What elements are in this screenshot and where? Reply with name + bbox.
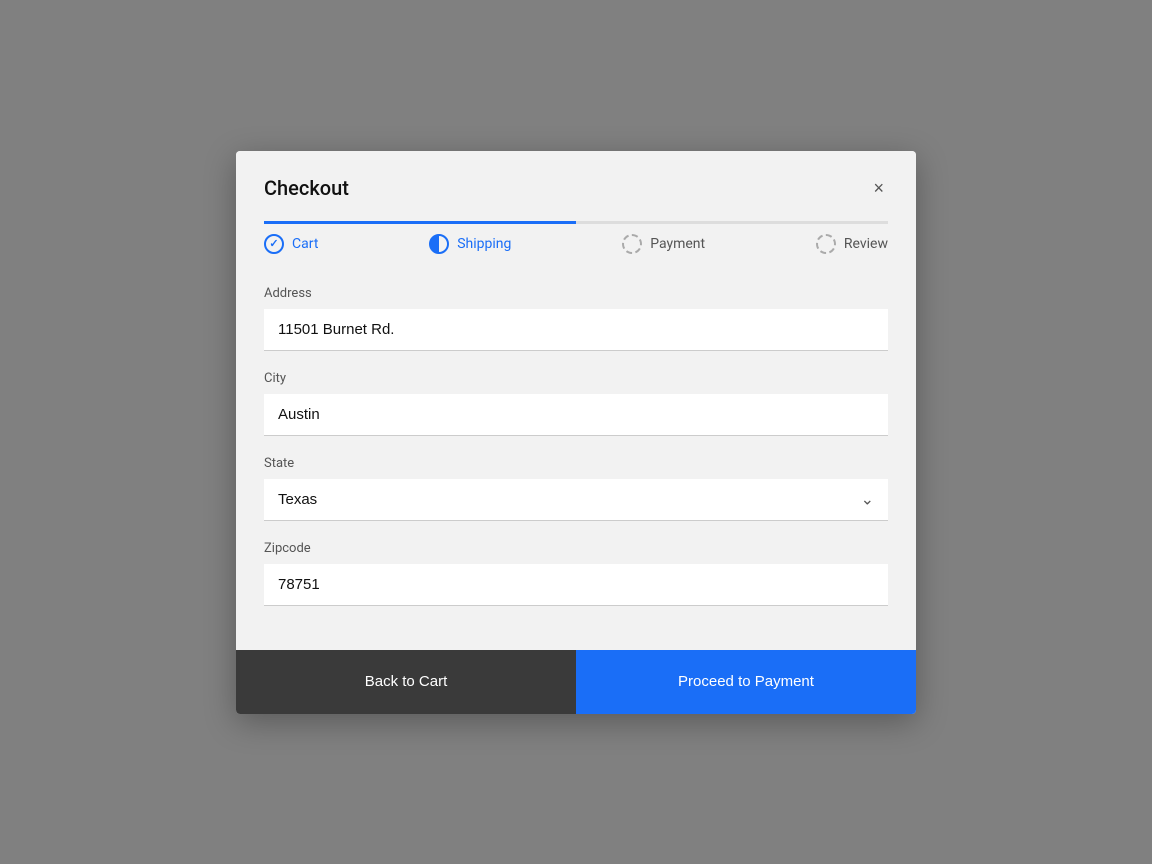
shipping-step-icon <box>429 234 449 254</box>
proceed-to-payment-button[interactable]: Proceed to Payment <box>576 650 916 714</box>
half-circle-icon <box>429 234 449 254</box>
stepper: Cart Shipping Payment Review <box>236 201 916 266</box>
city-group: City <box>264 371 888 436</box>
state-label: State <box>264 456 888 471</box>
check-circle-icon <box>264 234 284 254</box>
step-cart-label: Cart <box>292 236 318 252</box>
dashed-circle-icon-review <box>816 234 836 254</box>
zipcode-label: Zipcode <box>264 541 888 556</box>
state-select-wrapper: AlabamaAlaskaArizonaArkansasCaliforniaCo… <box>264 479 888 521</box>
step-cart[interactable]: Cart <box>264 234 318 254</box>
stepper-line <box>264 221 888 224</box>
step-review-label: Review <box>844 236 888 252</box>
modal-footer: Back to Cart Proceed to Payment <box>236 650 916 714</box>
step-shipping-label: Shipping <box>457 236 511 252</box>
stepper-steps: Cart Shipping Payment Review <box>264 234 888 266</box>
dashed-circle-icon-payment <box>622 234 642 254</box>
cart-step-icon <box>264 234 284 254</box>
form-body: Address City State AlabamaAlaskaArizonaA… <box>236 266 916 650</box>
address-input[interactable] <box>264 309 888 351</box>
stepper-progress <box>264 221 576 224</box>
step-shipping[interactable]: Shipping <box>429 234 511 254</box>
modal-title: Checkout <box>264 176 349 200</box>
step-payment-label: Payment <box>650 236 705 252</box>
step-review[interactable]: Review <box>816 234 888 254</box>
close-button[interactable]: × <box>869 175 888 201</box>
address-label: Address <box>264 286 888 301</box>
checkout-modal: Checkout × Cart Shipping <box>236 151 916 714</box>
address-group: Address <box>264 286 888 351</box>
state-select[interactable]: AlabamaAlaskaArizonaArkansasCaliforniaCo… <box>264 479 888 520</box>
step-payment[interactable]: Payment <box>622 234 705 254</box>
zipcode-input[interactable] <box>264 564 888 606</box>
city-input[interactable] <box>264 394 888 436</box>
review-step-icon <box>816 234 836 254</box>
back-to-cart-button[interactable]: Back to Cart <box>236 650 576 714</box>
zipcode-group: Zipcode <box>264 541 888 606</box>
state-group: State AlabamaAlaskaArizonaArkansasCalifo… <box>264 456 888 521</box>
payment-step-icon <box>622 234 642 254</box>
modal-header: Checkout × <box>236 151 916 201</box>
city-label: City <box>264 371 888 386</box>
